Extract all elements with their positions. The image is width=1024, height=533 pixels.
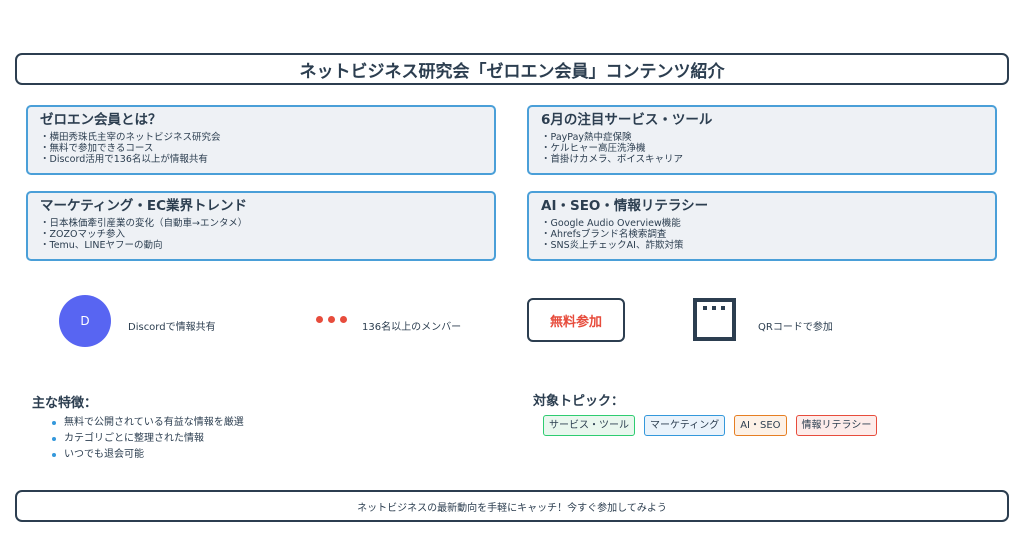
- card-line: Discord活用で136名以上が情報共有: [40, 154, 482, 165]
- dot: [328, 316, 335, 323]
- topics-title: 対象トピック：: [533, 394, 625, 409]
- members-label: 136名以上のメンバー: [362, 322, 462, 333]
- topic-tags: サービス・ツール マーケティング AI・SEO 情報リテラシー: [543, 415, 878, 436]
- free-join-label: 無料参加: [549, 314, 602, 330]
- qr-label: QRコードで参加: [758, 322, 833, 333]
- card-line: Ahrefsブランド名検索調査: [541, 229, 983, 240]
- tag-services-tools[interactable]: サービス・ツール: [543, 415, 635, 436]
- card-about: ゼロエン会員とは？ 横田秀珠氏主宰のネットビジネス研究会 無料で参加できるコース…: [26, 105, 496, 175]
- dot: [340, 316, 347, 323]
- card-line: 日本株価牽引産業の変化（自動車→エンタメ）: [40, 218, 482, 229]
- card-title: マーケティング・EC業界トレンド: [40, 198, 248, 214]
- tag-ai-seo[interactable]: AI・SEO: [734, 415, 787, 436]
- features-title: 主な特徴：: [32, 396, 98, 411]
- list-item: 無料で公開されている有益な情報を厳選: [52, 415, 244, 431]
- discord-icon: D: [59, 295, 111, 347]
- card-line: SNS炎上チェックAI、詐欺対策: [541, 240, 983, 251]
- qr-code-icon[interactable]: [693, 298, 736, 341]
- dots-icon: [316, 316, 347, 323]
- dot: [316, 316, 323, 323]
- card-line: PayPay熱中症保険: [541, 132, 983, 143]
- list-item: カテゴリごとに整理された情報: [52, 431, 244, 447]
- card-line: 首掛けカメラ、ボイスキャリア: [541, 154, 983, 165]
- card-line: 無料で参加できるコース: [40, 143, 482, 154]
- card-marketing-trends: マーケティング・EC業界トレンド 日本株価牽引産業の変化（自動車→エンタメ） Z…: [26, 191, 496, 261]
- discord-letter: D: [80, 314, 90, 328]
- footer-text: ネットビジネスの最新動向を手軽にキャッチ！今すぐ参加してみよう: [357, 502, 667, 514]
- card-line: 横田秀珠氏主宰のネットビジネス研究会: [40, 132, 482, 143]
- features-list: 無料で公開されている有益な情報を厳選 カテゴリごとに整理された情報 いつでも退会…: [52, 415, 244, 463]
- tag-info-literacy[interactable]: 情報リテラシー: [795, 415, 878, 436]
- page-title: ネットビジネス研究会「ゼロエン会員」コンテンツ紹介: [299, 61, 725, 82]
- free-join-button[interactable]: 無料参加: [527, 298, 625, 342]
- card-title: 6月の注目サービス・ツール: [541, 112, 713, 128]
- discord-label: Discordで情報共有: [128, 322, 216, 333]
- card-line: Google Audio Overview機能: [541, 218, 983, 229]
- footer-bar: ネットビジネスの最新動向を手軽にキャッチ！今すぐ参加してみよう: [15, 490, 1009, 522]
- card-ai-seo: AI・SEO・情報リテラシー Google Audio Overview機能 A…: [527, 191, 997, 261]
- card-line: ケルヒャー高圧洗浄機: [541, 143, 983, 154]
- tag-marketing[interactable]: マーケティング: [644, 415, 726, 436]
- list-item: いつでも退会可能: [52, 447, 244, 463]
- card-line: ZOZOマッチ参入: [40, 229, 482, 240]
- card-services-tools: 6月の注目サービス・ツール PayPay熱中症保険 ケルヒャー高圧洗浄機 首掛け…: [527, 105, 997, 175]
- card-title: AI・SEO・情報リテラシー: [541, 198, 709, 214]
- card-title: ゼロエン会員とは？: [40, 112, 162, 128]
- card-line: Temu、LINEヤフーの動向: [40, 240, 482, 251]
- page-title-bar: ネットビジネス研究会「ゼロエン会員」コンテンツ紹介: [15, 53, 1009, 85]
